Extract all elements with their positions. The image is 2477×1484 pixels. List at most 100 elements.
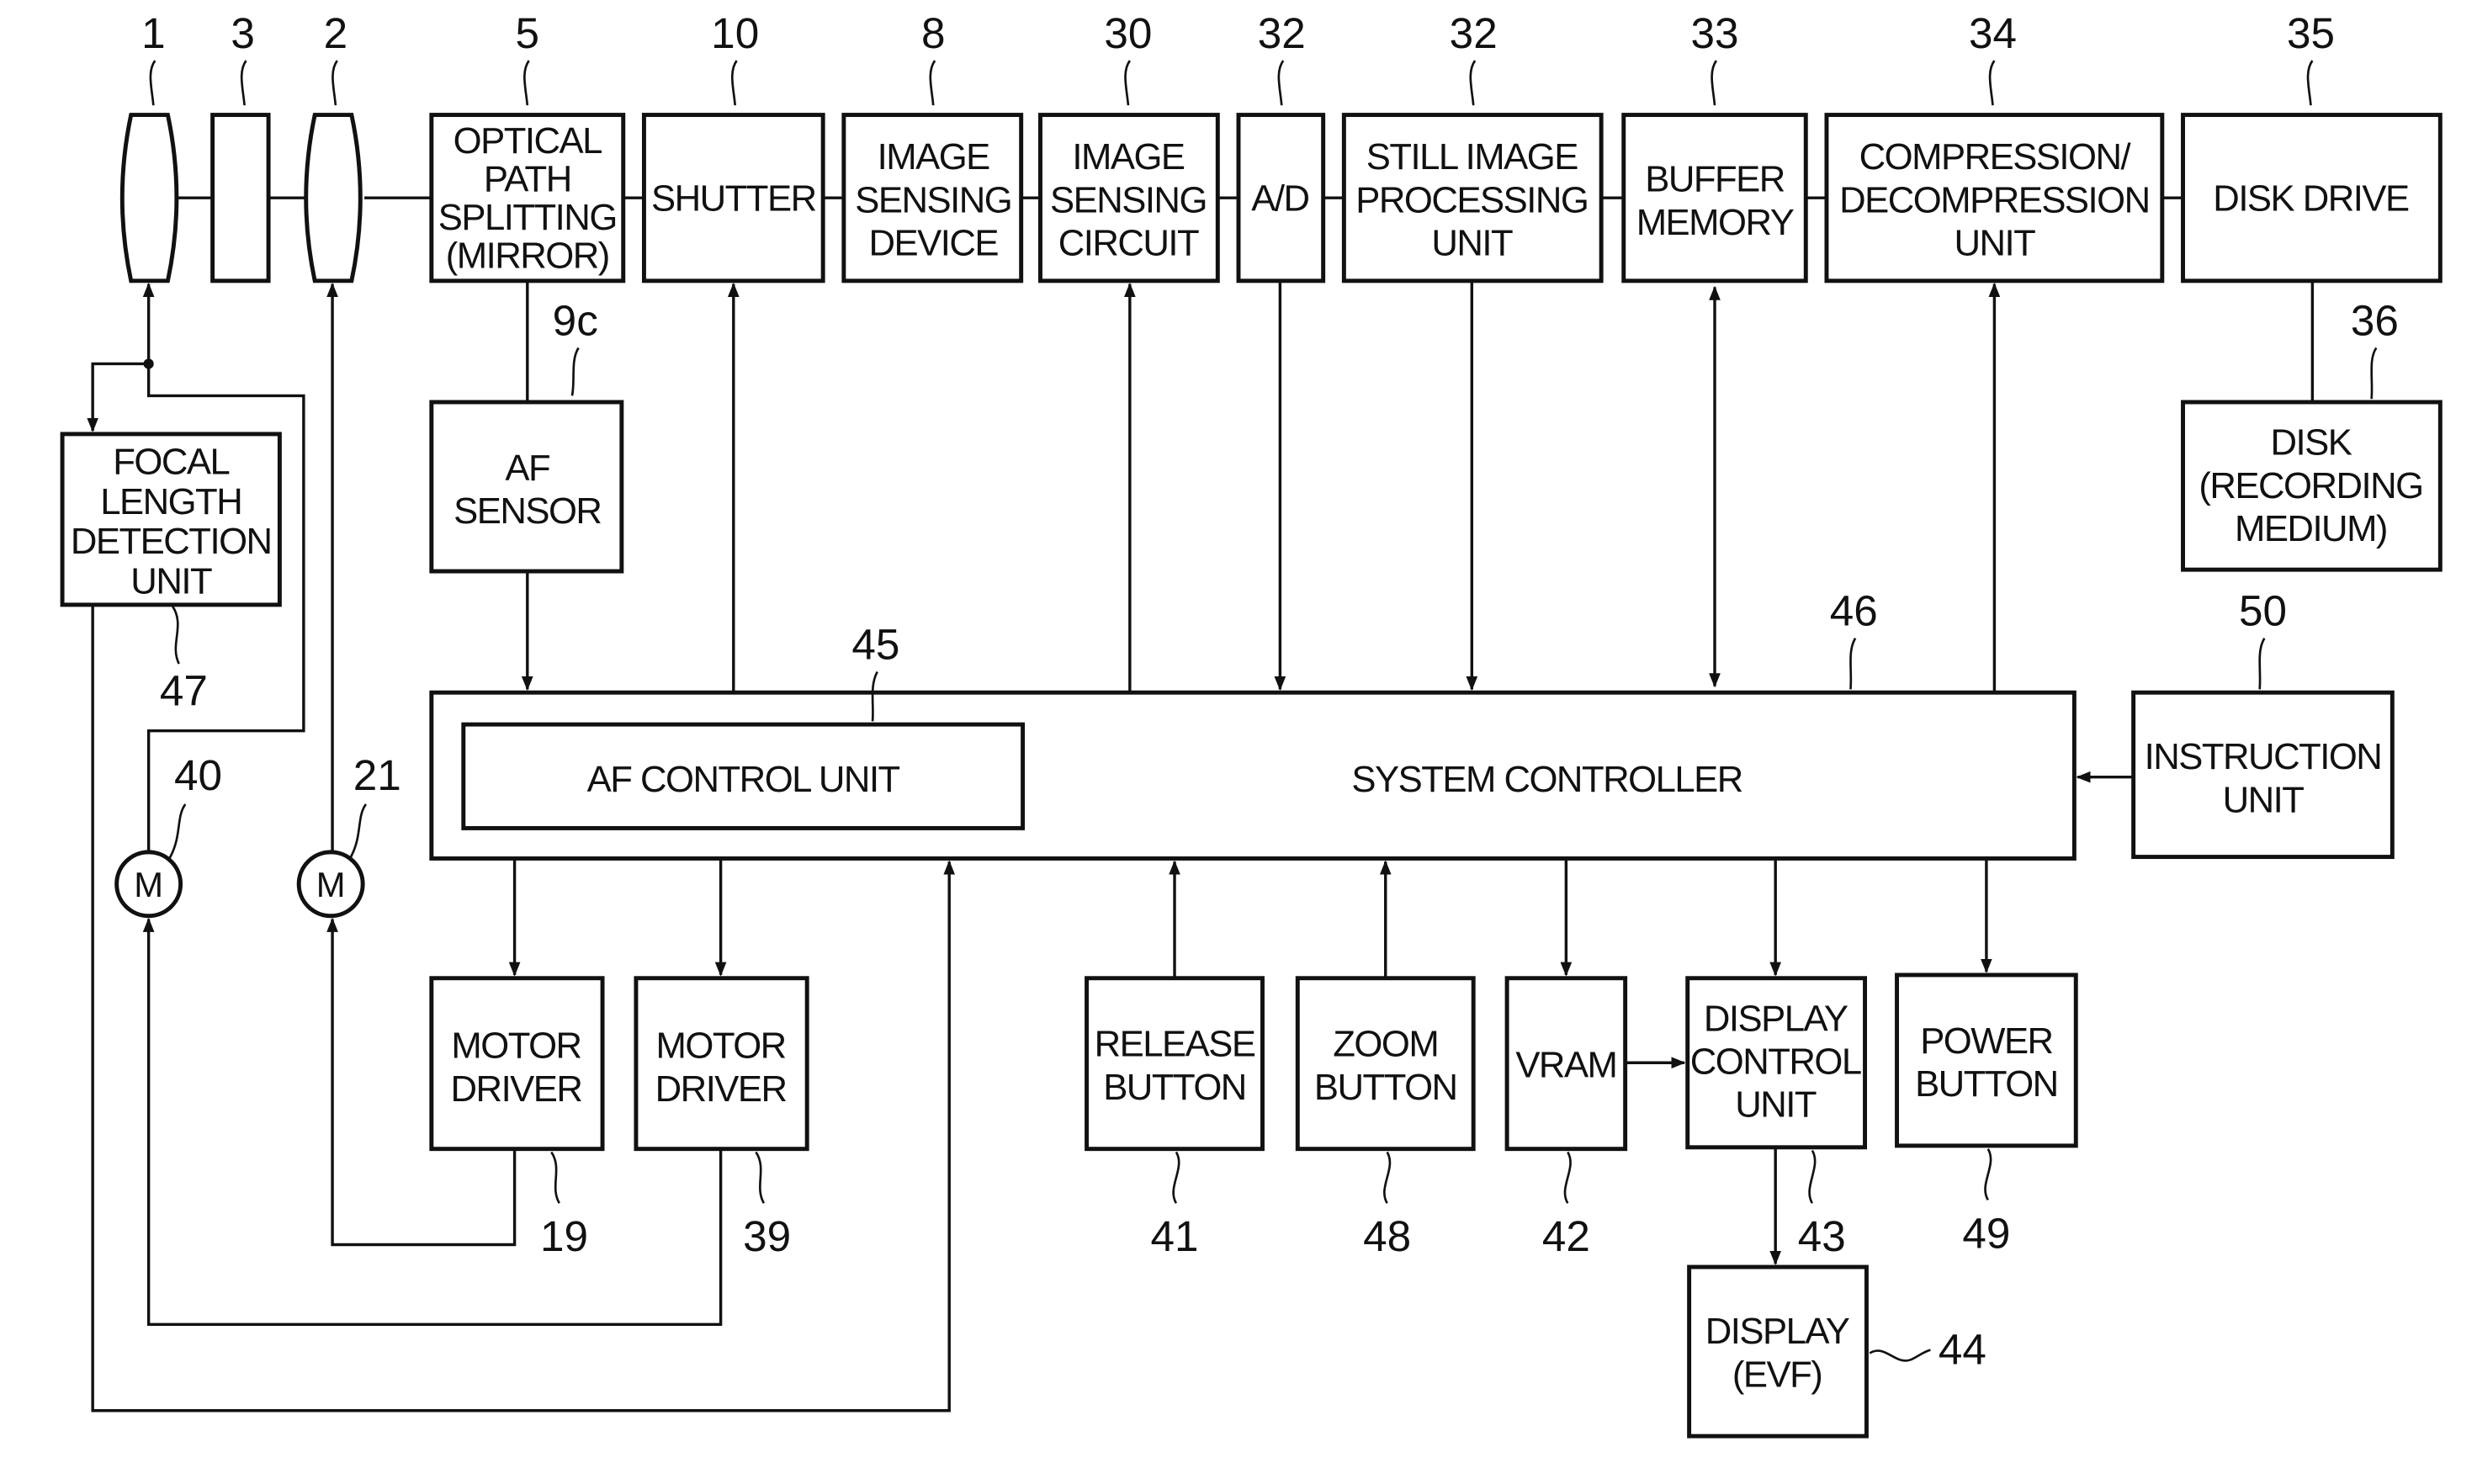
still-image-processing-block: STILL IMAGE PROCESSING UNIT 32 <box>1341 9 1604 284</box>
image-sensing-circuit-block: IMAGE SENSING CIRCUIT 30 <box>1038 9 1220 284</box>
block-label: MEMORY <box>1636 202 1795 243</box>
ref-label: 32 <box>1450 9 1498 57</box>
image-sensing-device-block: IMAGE SENSING DEVICE 8 <box>841 9 1024 284</box>
block-label: CIRCUIT <box>1058 223 1199 264</box>
block-label: VRAM <box>1515 1044 1616 1085</box>
ref-label: 50 <box>2239 587 2287 635</box>
vram-block: VRAM 42 <box>1504 858 1686 1260</box>
ref-label: 19 <box>540 1212 588 1260</box>
block-label: (MIRROR) <box>446 236 609 277</box>
display-evf-block: DISPLAY (EVF) 44 <box>1687 1264 1986 1439</box>
display-control-unit-block: DISPLAY CONTROL UNIT 43 <box>1685 858 1868 1265</box>
block-label: DETECTION <box>71 521 272 562</box>
block-label: DISPLAY <box>1704 998 1848 1039</box>
block-label: CONTROL <box>1690 1041 1861 1083</box>
af-sensor-block: AF SENSOR 9c <box>429 280 624 692</box>
block-label: DRIVER <box>451 1068 582 1110</box>
block-label: MOTOR <box>656 1026 786 1067</box>
block-label: (EVF) <box>1732 1354 1822 1395</box>
ref-label: 32 <box>1258 9 1306 57</box>
block-label: BUTTON <box>1103 1067 1246 1108</box>
ref-label: 21 <box>353 751 401 799</box>
block-label: PROCESSING <box>1355 179 1588 220</box>
block-label: MEDIUM) <box>2235 508 2387 549</box>
ref-label: 43 <box>1798 1212 1846 1260</box>
block-label: UNIT <box>1431 223 1513 264</box>
block-label: PATH <box>484 159 571 200</box>
disk-recording-medium-block: DISK (RECORDING MEDIUM) 36 <box>2181 280 2443 572</box>
block-label: SYSTEM CONTROLLER <box>1351 759 1742 800</box>
ref-label: 47 <box>160 666 208 714</box>
ref-label: 10 <box>711 9 759 57</box>
block-label: LENGTH <box>100 481 241 522</box>
instruction-unit-block: INSTRUCTION UNIT 50 <box>2076 587 2395 860</box>
block-label: A/D <box>1251 178 1308 219</box>
ref-label: 45 <box>851 620 899 668</box>
ref-label: 36 <box>2351 296 2399 344</box>
block-label: UNIT <box>1954 223 2035 264</box>
ref-label: 35 <box>2287 9 2335 57</box>
release-button-block: RELEASE BUTTON 41 <box>1085 860 1265 1260</box>
block-label: DISK DRIVE <box>2213 178 2409 219</box>
block-label: DECOMPRESSION <box>1839 179 2149 220</box>
block-label: BUTTON <box>1314 1067 1457 1108</box>
ref-label: 5 <box>516 9 540 57</box>
motor-driver-19: MOTOR DRIVER 19 <box>326 858 605 1260</box>
ref-label: 1 <box>141 9 166 57</box>
block-label: SENSING <box>1050 179 1207 220</box>
block-label: UNIT <box>130 561 212 602</box>
filter-3: 3 <box>210 9 271 284</box>
motor-21: M 21 <box>296 751 401 919</box>
ref-label: 49 <box>1962 1209 2010 1257</box>
block-label: AF <box>505 448 549 489</box>
ref-label: 46 <box>1830 587 1878 635</box>
block-label: UNIT <box>1735 1084 1817 1126</box>
motor-symbol: M <box>316 865 346 904</box>
block-label: POWER <box>1920 1020 2052 1062</box>
lens-2: 2 <box>304 9 363 284</box>
ref-label: 34 <box>1969 9 2017 57</box>
power-button-block: POWER BUTTON 49 <box>1895 858 2078 1257</box>
af-control-unit-block: AF CONTROL UNIT 45 <box>461 620 1026 830</box>
block-label: RELEASE <box>1095 1024 1255 1065</box>
ref-label: 40 <box>174 751 222 799</box>
ref-label: 8 <box>921 9 946 57</box>
buffer-memory-block: BUFFER MEMORY 33 <box>1621 9 1808 284</box>
ref-label: 30 <box>1104 9 1152 57</box>
ref-label: 9c <box>553 296 598 344</box>
block-label: DISPLAY <box>1705 1311 1850 1352</box>
ref-label: 33 <box>1690 9 1738 57</box>
disk-drive-block: DISK DRIVE 35 <box>2181 9 2443 284</box>
block-label: STILL IMAGE <box>1366 136 1578 178</box>
block-label: ZOOM <box>1333 1024 1438 1065</box>
zoom-button-block: ZOOM BUTTON 48 <box>1295 860 1476 1260</box>
block-label: (RECORDING <box>2199 465 2422 506</box>
block-label: BUFFER <box>1645 159 1785 200</box>
ad-converter-block: A/D 32 <box>1236 9 1326 284</box>
block-label: SHUTTER <box>651 178 816 219</box>
block-label: IMAGE <box>878 136 990 178</box>
block-label: DEVICE <box>868 223 998 264</box>
ref-label: 39 <box>743 1212 791 1260</box>
block-label: SPLITTING <box>438 197 617 238</box>
shutter-block: SHUTTER 10 <box>641 9 825 284</box>
ref-label: 41 <box>1151 1212 1199 1260</box>
block-label: OPTICAL <box>453 120 602 162</box>
motor-40: M 40 <box>114 751 222 919</box>
ref-label: 42 <box>1542 1212 1590 1260</box>
block-label: SENSOR <box>453 490 601 532</box>
focal-length-detection-block: FOCAL LENGTH DETECTION UNIT 47 <box>60 432 282 714</box>
block-label: IMAGE <box>1072 136 1185 178</box>
block-label: FOCAL <box>113 441 229 482</box>
ref-label: 44 <box>1939 1326 1986 1374</box>
compression-decompression-block: COMPRESSION/ DECOMPRESSION UNIT 34 <box>1824 9 2165 284</box>
motor-symbol: M <box>134 865 163 904</box>
optical-path-splitting-block: OPTICAL PATH SPLITTING (MIRROR) 5 <box>429 9 626 284</box>
ref-label: 2 <box>324 9 348 57</box>
block-label: UNIT <box>2223 779 2305 820</box>
block-label: DISK <box>2271 422 2352 464</box>
block-label: BUTTON <box>1915 1063 2058 1105</box>
lens-1: 1 <box>119 9 179 284</box>
block-label: COMPRESSION/ <box>1859 136 2132 178</box>
ref-label: 3 <box>231 9 255 57</box>
